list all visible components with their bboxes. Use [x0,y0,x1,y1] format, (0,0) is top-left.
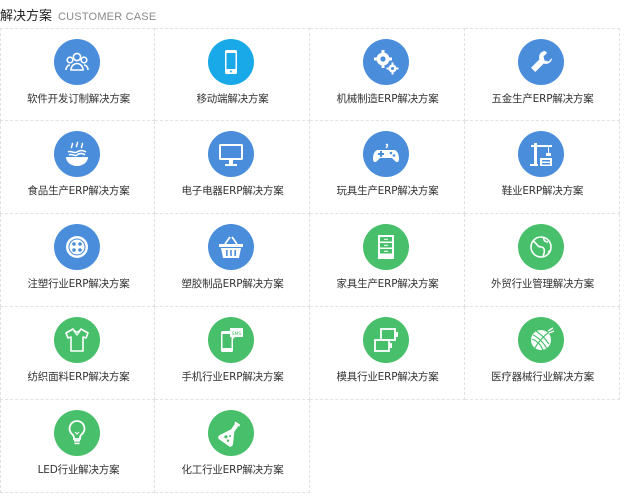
solution-item-textile[interactable]: 纺织面料ERP解决方案 [0,307,155,400]
light-bulb-icon [54,410,100,456]
tshirt-icon [54,317,100,363]
gears-icon [363,39,409,85]
monitor-icon [208,131,254,177]
sms-phone-icon: SMS [208,317,254,363]
section-title: 解决方案 [0,9,53,24]
solution-label: 纺织面料ERP解决方案 [27,371,130,383]
svg-text:SMS: SMS [232,331,242,337]
solution-label: 医疗器械行业解决方案 [491,371,594,383]
globe-icon [518,224,564,270]
solution-label: 食品生产ERP解决方案 [27,185,130,197]
solution-label: 塑胶制品ERP解决方案 [181,278,284,290]
gamepad-icon [363,131,409,177]
solution-label: 化工行业ERP解决方案 [181,464,284,476]
solution-label: 电子电器ERP解决方案 [181,185,284,197]
crane-icon [518,131,564,177]
solution-item-toys[interactable]: 玩具生产ERP解决方案 [310,121,465,214]
solution-item-footwear[interactable]: 鞋业ERP解决方案 [465,121,620,214]
basket-icon [208,224,254,270]
solution-label: 手机行业ERP解决方案 [181,371,284,383]
solution-item-plastics[interactable]: 塑胶制品ERP解决方案 [155,214,310,307]
solution-item-medical[interactable]: 医疗器械行业解决方案 [465,307,620,400]
section-subtitle: CUSTOMER CASE [58,11,157,23]
solution-item-led[interactable]: LED行业解决方案 [0,400,155,493]
solution-label: LED行业解决方案 [37,464,120,476]
solution-item-mobile-phone[interactable]: SMS 手机行业ERP解决方案 [155,307,310,400]
section-header: 解决方案 CUSTOMER CASE [0,5,156,25]
solution-item-foreign-trade[interactable]: 外贸行业管理解决方案 [465,214,620,307]
noodle-bowl-icon [54,131,100,177]
solution-label: 注塑行业ERP解决方案 [27,278,130,290]
button-icon [54,224,100,270]
solution-item-hardware[interactable]: 五金生产ERP解决方案 [465,28,620,121]
cabinet-icon [363,224,409,270]
solution-item-mobile[interactable]: 移动端解决方案 [155,28,310,121]
solution-item-furniture[interactable]: 家具生产ERP解决方案 [310,214,465,307]
solution-label: 鞋业ERP解决方案 [501,185,584,197]
molds-icon [363,317,409,363]
team-icon [54,39,100,85]
solution-label: 移动端解决方案 [196,93,269,105]
solution-item-food[interactable]: 食品生产ERP解决方案 [0,121,155,214]
solution-item-software-dev[interactable]: 软件开发订制解决方案 [0,28,155,121]
smartphone-icon [208,39,254,85]
flask-icon [208,410,254,456]
solution-label: 五金生产ERP解决方案 [491,93,594,105]
solutions-grid: 软件开发订制解决方案 移动端解决方案 机械制造ERP解决方案 五金生产ERP解决… [0,28,622,496]
wrench-icon [518,39,564,85]
solution-item-injection-molding[interactable]: 注塑行业ERP解决方案 [0,214,155,307]
solution-item-electronics[interactable]: 电子电器ERP解决方案 [155,121,310,214]
solution-label: 模具行业ERP解决方案 [336,371,439,383]
solution-label: 外贸行业管理解决方案 [491,278,594,290]
solution-label: 家具生产ERP解决方案 [336,278,439,290]
solution-item-machinery[interactable]: 机械制造ERP解决方案 [310,28,465,121]
yarn-ball-icon [518,317,564,363]
solution-item-chemical[interactable]: 化工行业ERP解决方案 [155,400,310,493]
solution-label: 玩具生产ERP解决方案 [336,185,439,197]
solution-item-molds[interactable]: 模具行业ERP解决方案 [310,307,465,400]
solution-label: 软件开发订制解决方案 [27,93,130,105]
solution-label: 机械制造ERP解决方案 [336,93,439,105]
